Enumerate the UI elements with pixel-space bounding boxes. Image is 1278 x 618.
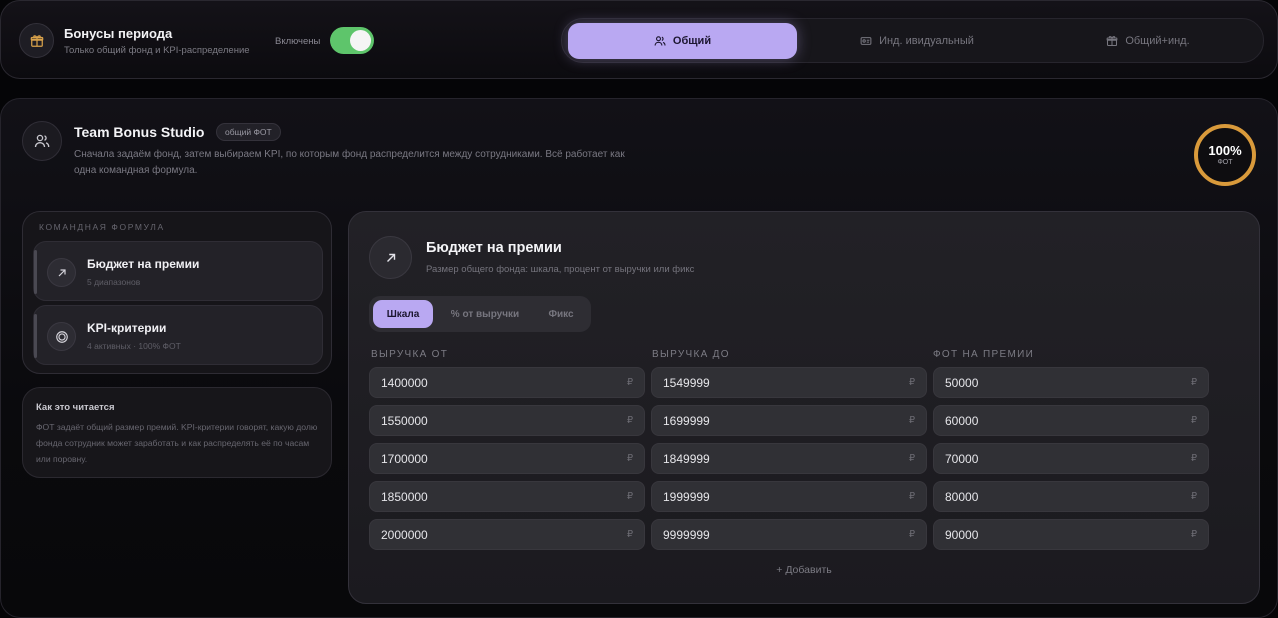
target-icon: [47, 322, 76, 351]
ruble-icon: ₽: [1190, 415, 1197, 426]
revenue-to-input[interactable]: 9999999 ₽: [651, 519, 927, 550]
gift-icon: [19, 23, 54, 58]
cell-value: 1850000: [381, 490, 428, 504]
add-range-button[interactable]: + Добавить: [349, 564, 1259, 576]
fund-percent-ring: 100% ФОТ: [1194, 124, 1256, 186]
cell-value: 1700000: [381, 452, 428, 466]
cell-value: 2000000: [381, 528, 428, 542]
budget-subtitle: Размер общего фонда: шкала, процент от в…: [426, 264, 695, 275]
ruble-icon: ₽: [626, 529, 633, 540]
cell-value: 1550000: [381, 414, 428, 428]
cell-value: 60000: [945, 414, 979, 428]
formula-item-title: Бюджет на премии: [87, 257, 200, 271]
ruble-icon: ₽: [1190, 453, 1197, 464]
bonus-fund-input[interactable]: 70000 ₽: [933, 443, 1209, 474]
ruble-icon: ₽: [1190, 491, 1197, 502]
cell-value: 90000: [945, 528, 979, 542]
ruble-icon: ₽: [908, 377, 915, 388]
formula-item-subtitle: 4 активных · 100% ФОТ: [87, 341, 181, 351]
bonus-mode-switch: Общий Инд. ивидуальный Общий+инд.: [561, 18, 1264, 63]
column-header-revenue-to: ВЫРУЧКА ДО: [652, 349, 730, 360]
formula-item-kpi[interactable]: KPI-критерии 4 активных · 100% ФОТ: [33, 305, 323, 365]
users-icon: [654, 35, 666, 47]
ruble-icon: ₽: [908, 415, 915, 426]
revenue-to-input[interactable]: 1849999 ₽: [651, 443, 927, 474]
formula-caption: КОМАНДНАЯ ФОРМУЛА: [39, 222, 165, 232]
team-formula-box: КОМАНДНАЯ ФОРМУЛА Бюджет на премии 5 диа…: [22, 211, 332, 374]
fund-badge: общий ФОТ: [216, 123, 281, 141]
revenue-to-input[interactable]: 1999999 ₽: [651, 481, 927, 512]
cell-value: 80000: [945, 490, 979, 504]
revenue-from-input[interactable]: 1700000 ₽: [369, 443, 645, 474]
tab-fixed[interactable]: Фикс: [535, 300, 587, 328]
ruble-icon: ₽: [626, 415, 633, 426]
budget-card: Бюджет на премии Размер общего фонда: шк…: [348, 211, 1260, 604]
cell-value: 50000: [945, 376, 979, 390]
mode-general-label: Общий: [672, 35, 712, 47]
formula-item-budget[interactable]: Бюджет на премии 5 диапазонов: [33, 241, 323, 301]
column-header-revenue-from: ВЫРУЧКА ОТ: [371, 349, 449, 360]
ruble-icon: ₽: [908, 453, 915, 464]
budget-type-tabs: Шкала % от выручки Фикс: [369, 296, 591, 332]
mode-individual-label: Инд. ивидуальный: [879, 35, 974, 47]
gift-icon: [1106, 35, 1118, 47]
item-indicator: [34, 250, 37, 294]
revenue-from-input[interactable]: 2000000 ₽: [369, 519, 645, 550]
cell-value: 1849999: [663, 452, 710, 466]
tab-scale[interactable]: Шкала: [373, 300, 433, 328]
bonus-fund-input[interactable]: 50000 ₽: [933, 367, 1209, 398]
tab-revenue-percent[interactable]: % от выручки: [439, 300, 531, 328]
revenue-from-input[interactable]: 1850000 ₽: [369, 481, 645, 512]
toggle-label: Включены: [275, 36, 321, 47]
ruble-icon: ₽: [908, 491, 915, 502]
bonus-fund-input[interactable]: 80000 ₽: [933, 481, 1209, 512]
formula-item-title: KPI-критерии: [87, 321, 167, 335]
ruble-icon: ₽: [626, 491, 633, 502]
item-indicator: [34, 314, 37, 358]
bonus-fund-input[interactable]: 60000 ₽: [933, 405, 1209, 436]
how-to-read-box: Как это читается ФОТ задаёт общий размер…: [22, 387, 332, 478]
id-card-icon: [860, 35, 872, 47]
ring-value: 100%: [1208, 142, 1242, 158]
mode-combined-button[interactable]: Общий+инд.: [1036, 23, 1260, 59]
mode-individual-button[interactable]: Инд. ивидуальный: [802, 23, 1032, 59]
bonus-fund-input[interactable]: 90000 ₽: [933, 519, 1209, 550]
users-icon: [22, 121, 62, 161]
ruble-icon: ₽: [626, 453, 633, 464]
ring-label: ФОТ: [1217, 158, 1233, 166]
how-to-read-text: ФОТ задаёт общий размер премий. KPI-крит…: [36, 422, 318, 464]
revenue-from-input[interactable]: 1550000 ₽: [369, 405, 645, 436]
ruble-icon: ₽: [1190, 377, 1197, 388]
ruble-icon: ₽: [908, 529, 915, 540]
arrow-up-right-icon: [47, 258, 76, 287]
toggle-knob: [350, 30, 371, 51]
cell-value: 1400000: [381, 376, 428, 390]
bonus-enabled-toggle[interactable]: [330, 27, 374, 54]
cell-value: 1549999: [663, 376, 710, 390]
cell-value: 9999999: [663, 528, 710, 542]
team-description: Сначала задаём фонд, затем выбираем KPI,…: [74, 149, 625, 176]
cell-value: 70000: [945, 452, 979, 466]
team-title: Team Bonus Studio: [74, 124, 205, 140]
cell-value: 1999999: [663, 490, 710, 504]
team-bonus-panel: Team Bonus Studio общий ФОТ Сначала зада…: [0, 98, 1278, 618]
period-bonus-subtitle: Только общий фонд и KPI-распределение: [64, 45, 250, 56]
mode-general-button[interactable]: Общий: [568, 23, 797, 59]
period-bonus-title: Бонусы периода: [64, 26, 173, 41]
revenue-from-input[interactable]: 1400000 ₽: [369, 367, 645, 398]
revenue-to-input[interactable]: 1549999 ₽: [651, 367, 927, 398]
cell-value: 1699999: [663, 414, 710, 428]
column-header-bonus-fund: ФОТ НА ПРЕМИИ: [933, 349, 1035, 360]
mode-combined-label: Общий+инд.: [1125, 35, 1190, 47]
ruble-icon: ₽: [626, 377, 633, 388]
how-to-read-title: Как это читается: [36, 402, 115, 413]
revenue-to-input[interactable]: 1699999 ₽: [651, 405, 927, 436]
formula-item-subtitle: 5 диапазонов: [87, 277, 141, 287]
period-bonus-bar: Бонусы периода Только общий фонд и KPI-р…: [0, 0, 1278, 79]
budget-title: Бюджет на премии: [426, 240, 562, 256]
arrow-up-right-icon: [369, 236, 412, 279]
ruble-icon: ₽: [1190, 529, 1197, 540]
